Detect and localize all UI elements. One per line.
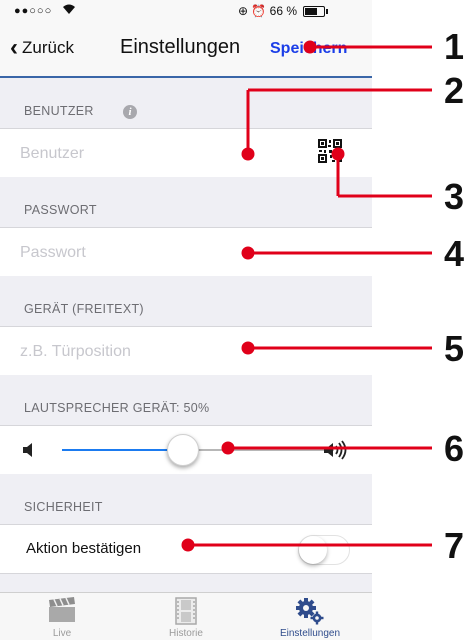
speaker-row <box>0 425 372 475</box>
annotation-number-6: 6 <box>444 428 465 469</box>
status-bar: ●●○○○ ⊕ ⏰ 66 % <box>0 0 372 24</box>
annotation-number-7: 7 <box>444 525 465 566</box>
status-right-text: ⊕ ⏰ 66 % <box>238 4 298 18</box>
film-icon <box>175 597 197 625</box>
back-label: Zurück <box>22 38 74 57</box>
section-header-device: GERÄT (FREITEXT) <box>0 276 372 326</box>
tab-label-live: Live <box>52 628 72 639</box>
volume-slider-fill <box>62 449 182 451</box>
section-header-security: SICHERHEIT <box>0 474 372 524</box>
confirm-action-label: Aktion bestätigen <box>26 540 142 557</box>
device-row <box>0 326 372 376</box>
signal-strength: ●●○○○ <box>14 5 53 17</box>
password-input[interactable] <box>18 238 312 268</box>
tab-history[interactable]: Historie <box>124 593 248 640</box>
section-header-password: PASSWORT <box>0 177 372 227</box>
section-label-speaker: LAUTSPRECHER GERÄT: 50% <box>24 401 210 415</box>
speaker-low-icon <box>23 443 32 457</box>
security-row: Aktion bestätigen <box>0 524 372 574</box>
back-button[interactable]: ‹ Zurück <box>10 34 74 61</box>
device-input[interactable] <box>18 337 312 367</box>
section-label-password: PASSWORT <box>24 203 97 217</box>
volume-slider-thumb[interactable] <box>167 434 199 466</box>
section-header-user: BENUTZER i <box>0 78 372 128</box>
speaker-high-icon <box>324 440 347 460</box>
section-label-security: SICHERHEIT <box>24 500 103 514</box>
tab-label-history: Historie <box>169 628 203 639</box>
user-input[interactable] <box>18 139 312 169</box>
battery-icon <box>303 6 328 17</box>
confirm-action-toggle[interactable] <box>298 535 350 565</box>
info-icon[interactable]: i <box>123 105 137 119</box>
annotation-number-5: 5 <box>444 328 465 369</box>
navigation-bar: ‹ Zurück Einstellungen Speichern <box>0 24 372 78</box>
section-label-device: GERÄT (FREITEXT) <box>24 302 144 316</box>
section-header-speaker: LAUTSPRECHER GERÄT: 50% <box>0 375 372 425</box>
annotation-number-3: 3 <box>444 176 465 217</box>
tab-label-settings: Einstellungen <box>279 628 341 639</box>
tab-settings[interactable]: Einstellungen <box>248 593 372 640</box>
gears-icon <box>296 598 324 625</box>
password-row <box>0 227 372 277</box>
clapperboard-icon <box>49 597 75 622</box>
qr-code-icon[interactable] <box>318 139 342 163</box>
save-button[interactable]: Speichern <box>270 40 347 58</box>
toggle-knob <box>299 536 327 564</box>
tab-bar: Live Historie Einstellungen <box>0 592 372 640</box>
phone-screen: ●●○○○ ⊕ ⏰ 66 % ‹ Zurück Einstellungen Sp… <box>0 0 372 640</box>
annotation-number-4: 4 <box>444 233 465 274</box>
page-title: Einstellungen <box>120 36 241 58</box>
tab-live[interactable]: Live <box>0 593 124 640</box>
section-label-user: BENUTZER <box>24 104 94 118</box>
user-row <box>0 128 372 178</box>
wifi-icon <box>62 3 76 18</box>
annotation-number-1: 1 <box>444 26 465 67</box>
annotation-number-2: 2 <box>444 70 465 111</box>
chevron-left-icon: ‹ <box>10 34 18 61</box>
